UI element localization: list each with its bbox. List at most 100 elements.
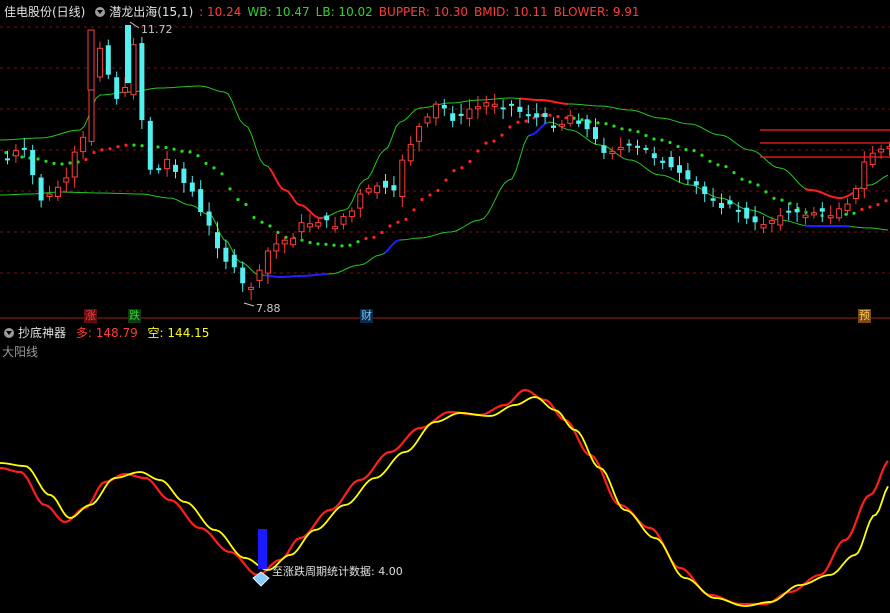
mid-dot — [636, 130, 640, 134]
candle-body — [542, 113, 548, 117]
candle-body — [21, 147, 27, 150]
mid-dot — [228, 187, 232, 191]
event-marker[interactable]: 涨 — [84, 309, 97, 323]
candle-body — [125, 25, 131, 83]
mid-dot — [668, 140, 672, 145]
mid-dot — [564, 116, 568, 120]
candle-body — [710, 198, 716, 201]
mid-dot — [396, 220, 400, 224]
mid-dot — [132, 143, 136, 147]
mid-dot — [244, 202, 248, 207]
mid-dot — [260, 220, 264, 224]
mid-dot — [84, 157, 88, 162]
candle-body — [164, 158, 171, 170]
candle-body — [760, 224, 767, 229]
candle-body — [878, 148, 885, 153]
candle-body — [517, 106, 523, 112]
candle-body — [407, 143, 414, 162]
mid-dot — [852, 211, 856, 215]
chart-canvas[interactable]: 11.72 7.88 至涨跌周期统计数据: 4.00 — [0, 0, 890, 613]
mid-dot — [436, 188, 440, 193]
candle-body — [173, 164, 178, 172]
candle-body — [189, 182, 195, 192]
mid-dot — [316, 242, 320, 246]
mid-dot — [652, 137, 656, 141]
candle-body — [852, 188, 859, 200]
candle-body — [869, 152, 876, 165]
mid-dot — [524, 119, 528, 123]
candle-body — [702, 186, 708, 195]
duo-line — [0, 388, 889, 606]
candle-body — [441, 104, 447, 109]
candle-body — [432, 103, 439, 119]
candle-body — [105, 45, 111, 75]
candle-body — [567, 115, 574, 124]
candle-body — [777, 215, 784, 226]
mid-dot — [100, 148, 104, 152]
mid-dot — [180, 149, 184, 153]
mid-dot — [140, 144, 144, 148]
stat-annotation: 至涨跌周期统计数据: 4.00 — [272, 564, 403, 578]
mid-dot — [748, 180, 752, 184]
mid-dot — [660, 138, 664, 142]
candle-body — [215, 232, 220, 249]
mid-dot — [620, 127, 624, 131]
candle-body — [500, 107, 506, 110]
mid-dot — [268, 224, 272, 228]
candle-body — [685, 170, 691, 180]
mid-dot — [172, 147, 176, 151]
candle-body — [786, 210, 792, 213]
candle-body — [643, 147, 649, 150]
upper-band-red — [269, 168, 325, 219]
mid-dot — [332, 243, 336, 247]
mid-dot — [276, 230, 280, 235]
event-marker[interactable]: 预 — [858, 309, 871, 323]
candle-body — [593, 127, 598, 140]
candle-body — [660, 160, 666, 163]
mid-dot — [68, 161, 72, 165]
candle-body — [768, 220, 775, 224]
event-marker[interactable]: 财 — [360, 309, 373, 323]
candle-body — [735, 209, 741, 212]
candle-body — [509, 103, 514, 106]
mid-dot — [412, 208, 416, 212]
mid-dot — [236, 197, 240, 202]
candle-body — [256, 269, 263, 281]
mid-dot — [740, 177, 744, 181]
mid-dot — [164, 145, 168, 150]
mid-dot — [732, 171, 736, 175]
mid-dot — [372, 235, 376, 239]
mid-dot — [52, 161, 56, 165]
candle-body — [374, 185, 381, 194]
lower-band-blue — [384, 239, 401, 254]
mid-dot — [596, 121, 600, 125]
candle-body — [534, 113, 540, 118]
mid-dot — [676, 144, 680, 149]
candle-body — [46, 193, 53, 197]
mid-dot — [388, 224, 392, 228]
candle-body — [383, 180, 388, 188]
candle-body — [474, 106, 481, 110]
candle-body — [668, 157, 674, 168]
mid-dot — [308, 240, 312, 245]
mid-dot — [764, 190, 768, 194]
event-marker[interactable]: 跌 — [128, 309, 141, 323]
lower-band-blue — [264, 273, 329, 279]
candle-body — [483, 102, 490, 107]
candle-body — [558, 123, 565, 127]
mid-dot — [212, 166, 216, 170]
candle-body — [340, 216, 347, 225]
mid-dot — [772, 196, 776, 200]
candle-body — [63, 177, 70, 183]
candle-body — [802, 214, 809, 219]
candle-body — [306, 223, 313, 228]
candle-body — [332, 226, 339, 230]
candle-body — [315, 221, 322, 227]
candle-body — [54, 186, 61, 198]
mid-dot — [868, 205, 872, 209]
candle-body — [810, 212, 817, 216]
candle-body — [71, 151, 78, 178]
candle-body — [206, 211, 212, 226]
candle-body — [458, 113, 464, 116]
candle-body — [525, 114, 531, 117]
